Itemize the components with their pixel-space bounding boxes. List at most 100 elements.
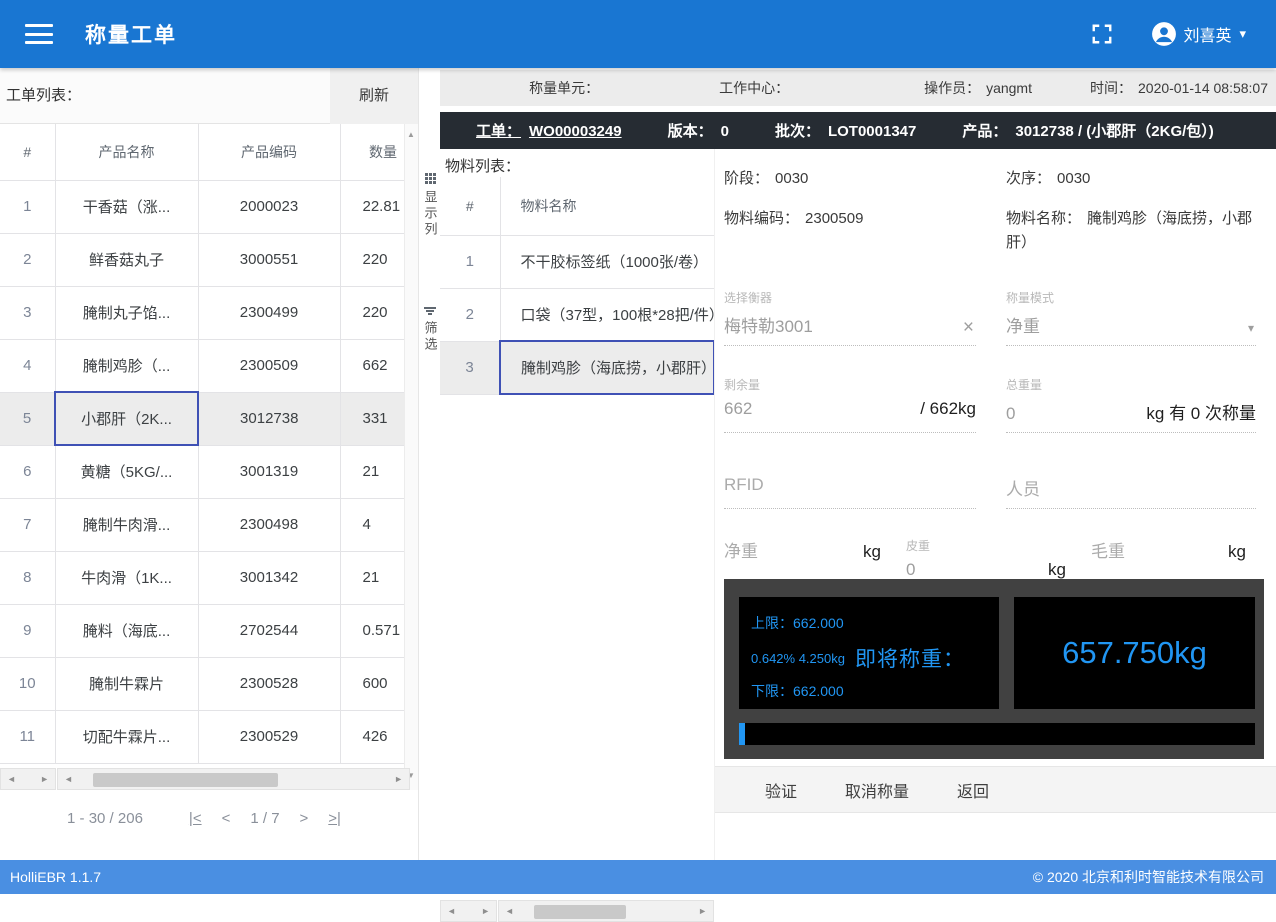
vertical-scrollbar[interactable]: ▲ ▼	[404, 124, 418, 790]
row-qty: 600	[340, 657, 404, 710]
rfid-input[interactable]: RFID	[724, 475, 976, 509]
row-product-name: 腌制丸子馅...	[55, 286, 198, 339]
scroll-left-icon[interactable]: ◄	[58, 774, 79, 784]
menu-icon[interactable]	[25, 24, 53, 44]
back-button[interactable]: 返回	[957, 778, 989, 802]
weigh-unit-label: 称量单元：	[529, 78, 599, 98]
row-product-name: 干香菇（涨...	[55, 180, 198, 233]
table-row[interactable]: 2 鲜香菇丸子 3000551 220	[0, 233, 404, 286]
sequence-value: 0030	[1057, 170, 1090, 187]
order-product: 产品：3012738 / (小郡肝（2KG/包）)	[962, 120, 1213, 141]
pagination-next[interactable]: >	[300, 810, 309, 827]
user-name[interactable]: 刘喜英	[1183, 22, 1231, 46]
col-header-material-name: 物料名称	[500, 177, 714, 235]
limits-display: 上限：662.000 0.642% 4.250kg 即将称重： 下限：662.0…	[739, 597, 999, 709]
app-bar-right: 刘喜英 ▾	[1091, 21, 1246, 47]
list-item[interactable]: 2 口袋（37型，100根*28把/件）	[440, 288, 714, 341]
row-index: 5	[0, 392, 55, 445]
scroll-left-icon[interactable]: ◄	[1, 774, 22, 784]
pagination-last[interactable]: >|	[328, 810, 341, 827]
horizontal-scrollbar[interactable]: ◄ ►	[57, 768, 410, 790]
copyright: © 2020 北京和利时智能技术有限公司	[1033, 867, 1264, 887]
scroll-right-icon[interactable]: ►	[692, 906, 713, 916]
table-row[interactable]: 4 腌制鸡胗（... 2300509 662	[0, 339, 404, 392]
table-row[interactable]: 8 牛肉滑（1K... 3001342 21	[0, 551, 404, 604]
frozen-col-scrollbar[interactable]: ◄ ►	[440, 900, 497, 922]
tab-label: 筛选	[421, 321, 440, 353]
tare-weight-label: 皮重	[906, 537, 1066, 554]
scale-select-field[interactable]: 选择衡器 梅特勒3001 ×	[724, 289, 976, 346]
row-qty: 220	[340, 286, 404, 339]
scrollbar-thumb[interactable]	[93, 773, 278, 787]
scroll-right-icon[interactable]: ►	[475, 906, 496, 916]
order-number[interactable]: 工单：WO00003249	[476, 120, 622, 141]
material-name-field: 物料名称：腌制鸡胗（海底捞，小郡肝）	[1006, 207, 1256, 255]
gross-weight-unit: kg	[1228, 542, 1246, 562]
table-row[interactable]: 9 腌料（海底... 2702544 0.571	[0, 604, 404, 657]
refresh-button[interactable]: 刷新	[330, 68, 418, 124]
chevron-down-icon[interactable]: ▾	[1248, 321, 1254, 335]
chevron-down-icon[interactable]: ▾	[1239, 26, 1246, 42]
cancel-weighing-button[interactable]: 取消称量	[845, 778, 909, 802]
table-row[interactable]: 1 干香菇（涨... 2000023 22.81	[0, 180, 404, 233]
close-icon[interactable]: ×	[963, 318, 974, 337]
app-bar: 称量工单 刘喜英 ▾	[0, 0, 1276, 68]
work-order-list-title: 工单列表：	[6, 68, 81, 124]
table-row-selected[interactable]: 5 小郡肝（2K... 3012738 331	[0, 392, 404, 445]
row-qty: 426	[340, 710, 404, 763]
work-order-table-header: # 产品名称 产品编码 数量	[0, 124, 404, 180]
scroll-left-icon[interactable]: ◄	[441, 906, 462, 916]
rfid-placeholder: RFID	[724, 475, 976, 495]
person-input[interactable]: 人员	[1006, 475, 1256, 509]
order-batch: 批次：LOT0001347	[775, 120, 916, 141]
row-product-name: 切配牛霖片...	[55, 710, 198, 763]
scroll-left-icon[interactable]: ◄	[499, 906, 520, 916]
work-order-summary-bar: 工单：WO00003249 版本：0 批次：LOT0001347 产品：3012…	[440, 112, 1276, 149]
scroll-right-icon[interactable]: ►	[34, 774, 55, 784]
table-row[interactable]: 11 切配牛霖片... 2300529 426	[0, 710, 404, 763]
order-value: WO00003249	[529, 123, 622, 140]
row-index: 3	[0, 286, 55, 339]
pagination-prev[interactable]: <	[222, 810, 231, 827]
time-label: 时间：	[1090, 80, 1132, 96]
table-row[interactable]: 10 腌制牛霖片 2300528 600	[0, 657, 404, 710]
row-product-code: 3012738	[198, 392, 340, 445]
list-item[interactable]: 1 不干胶标签纸（1000张/卷）	[440, 235, 714, 288]
scroll-up-icon[interactable]: ▲	[407, 130, 415, 139]
total-weight-value: 0	[1006, 404, 1015, 424]
material-code-field: 物料编码：2300509	[724, 207, 976, 255]
row-product-name: 腌制牛霖片	[55, 657, 198, 710]
horizontal-scrollbar[interactable]: ◄ ►	[498, 900, 714, 922]
fullscreen-icon[interactable]	[1091, 23, 1113, 45]
upper-limit-value: 662.000	[793, 615, 844, 631]
tab-show-columns[interactable]: 显示列	[419, 173, 441, 238]
row-qty: 21	[340, 445, 404, 498]
pagination: 1 - 30 / 206 |< < 1 / 7 > >|	[0, 810, 418, 827]
work-order-panel: 工单列表： 刷新 # 产品名称 产品编码 数量 1 干香菇（涨... 20000…	[0, 68, 418, 860]
scale-select-value: 梅特勒3001	[724, 312, 976, 337]
pagination-first[interactable]: |<	[189, 810, 202, 827]
work-order-panel-header: 工单列表： 刷新	[0, 68, 418, 124]
sequence-field: 次序：0030	[1006, 167, 1256, 191]
list-item-selected[interactable]: 3 腌制鸡胗（海底捞，小郡肝）	[440, 341, 714, 394]
table-row[interactable]: 3 腌制丸子馅... 2300499 220	[0, 286, 404, 339]
operator-value: yangmt	[986, 80, 1032, 96]
row-product-code: 2300529	[198, 710, 340, 763]
table-row[interactable]: 7 腌制牛肉滑... 2300498 4	[0, 498, 404, 551]
scrollbar-thumb[interactable]	[534, 905, 626, 919]
scrollbar-track[interactable]	[520, 901, 692, 921]
row-qty: 4	[340, 498, 404, 551]
row-index: 7	[0, 498, 55, 551]
scrollbar-track[interactable]	[79, 769, 388, 789]
user-avatar-icon[interactable]	[1151, 21, 1177, 47]
weigh-mode-field[interactable]: 称量模式 净重 ▾	[1006, 289, 1256, 346]
table-row[interactable]: 6 黄糖（5KG/... 3001319 21	[0, 445, 404, 498]
frozen-col-scrollbar[interactable]: ◄ ►	[0, 768, 56, 790]
page-title: 称量工单	[85, 19, 177, 49]
tab-filter[interactable]: 筛选	[419, 306, 441, 353]
verify-button[interactable]: 验证	[765, 778, 797, 802]
col-header-qty: 数量	[340, 124, 404, 180]
row-product-name: 腌制牛肉滑...	[55, 498, 198, 551]
scroll-right-icon[interactable]: ►	[388, 774, 409, 784]
row-index: 10	[0, 657, 55, 710]
